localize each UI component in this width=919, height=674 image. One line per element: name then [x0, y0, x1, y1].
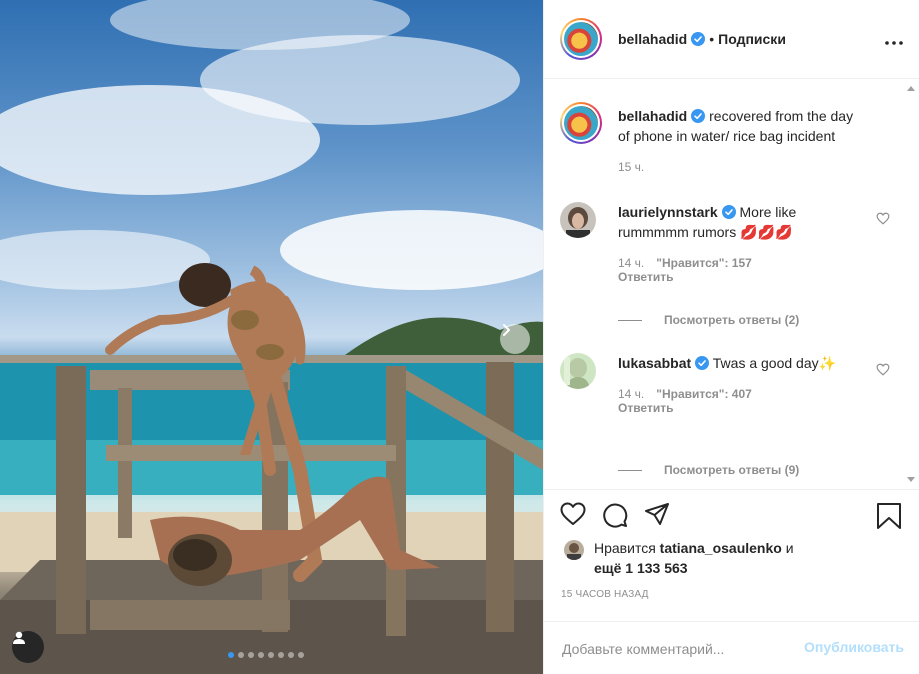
commenter-avatar[interactable] [560, 202, 596, 238]
comment-bubble-icon[interactable] [602, 502, 628, 533]
comment-time: 14 ч. [618, 387, 645, 401]
view-replies-label: Посмотреть ответы (2) [664, 313, 800, 327]
likes-prefix: Нравится [594, 540, 656, 556]
comments-list[interactable]: bellahadid recovered from the day of pho… [544, 80, 904, 488]
add-comment-form: Опубликовать [544, 621, 919, 674]
comments-scrollbar[interactable] [903, 80, 919, 488]
comment-username[interactable]: lukasabbat [618, 355, 691, 371]
author-username[interactable]: bellahadid [618, 31, 687, 47]
caption-username[interactable]: bellahadid [618, 108, 687, 124]
view-replies-label: Посмотреть ответы (9) [664, 463, 800, 477]
post-timestamp[interactable]: 15 ЧАСОВ НАЗАД [561, 589, 649, 600]
carousel-dot [228, 652, 234, 658]
carousel-dot [278, 652, 284, 658]
comment-item: laurielynnstark More like rummmmm rumors… [560, 202, 890, 284]
verified-badge-icon [691, 32, 706, 46]
view-replies-button[interactable]: Посмотреть ответы (9) [618, 463, 799, 477]
publish-comment-button[interactable]: Опубликовать [804, 639, 904, 655]
carousel-dot [268, 652, 274, 658]
like-comment-heart-icon[interactable] [876, 363, 890, 381]
user-icon [13, 631, 25, 644]
like-heart-icon[interactable] [560, 502, 586, 533]
liker-avatar[interactable] [564, 540, 584, 560]
view-replies-button[interactable]: Посмотреть ответы (2) [618, 313, 799, 327]
commenter-avatar[interactable] [560, 353, 596, 389]
sparkles-emoji: ✨ [818, 355, 837, 371]
author-avatar[interactable] [560, 18, 602, 60]
carousel-dot [288, 652, 294, 658]
carousel-dot [258, 652, 264, 658]
comment-likes-count[interactable]: "Нравится": 157 [656, 256, 752, 270]
caption-author-avatar[interactable] [560, 102, 602, 144]
scroll-up-icon[interactable] [907, 86, 915, 91]
scroll-down-icon[interactable] [907, 477, 915, 482]
verified-badge-icon [721, 205, 736, 219]
share-paper-plane-icon[interactable] [644, 502, 670, 533]
chevron-right-icon [503, 324, 510, 336]
tagged-users-button[interactable] [12, 631, 44, 663]
post-actions [544, 489, 919, 529]
comment-likes-count[interactable]: "Нравится": 407 [656, 387, 752, 401]
liker-username[interactable]: tatiana_osaulenko [660, 540, 782, 556]
beach-scene [0, 0, 543, 674]
comment-item: lukasabbat Twas a good day✨ 14 ч. "Нравит… [560, 353, 890, 415]
follow-separator: • [709, 31, 715, 47]
more-horizontal-icon[interactable] [885, 29, 903, 50]
save-bookmark-icon[interactable] [876, 502, 902, 535]
reply-button[interactable]: Ответить [618, 270, 890, 284]
comment-time: 14 ч. [618, 256, 645, 270]
verified-badge-icon [695, 356, 710, 370]
comment-text: Twas a good day [712, 355, 819, 371]
reply-button[interactable]: Ответить [618, 401, 890, 415]
post-header: bellahadid • Подписки [544, 0, 919, 79]
carousel-dot [248, 652, 254, 658]
carousel-next-button[interactable] [500, 324, 530, 354]
caption: bellahadid recovered from the day of pho… [560, 102, 890, 174]
kiss-emoji: 💋💋💋 [740, 224, 793, 240]
carousel-dot [298, 652, 304, 658]
comment-username[interactable]: laurielynnstark [618, 204, 718, 220]
likes-summary: Нравится tatiana_osaulenko и ещё 1 133 5… [560, 538, 840, 578]
like-comment-heart-icon[interactable] [876, 212, 890, 230]
caption-time: 15 ч. [618, 160, 645, 174]
following-button[interactable]: Подписки [718, 31, 786, 47]
post-photo[interactable] [0, 0, 543, 674]
carousel-indicator [228, 652, 304, 658]
comment-input[interactable] [560, 636, 794, 662]
likes-and: и [785, 540, 794, 556]
verified-badge-icon [691, 109, 706, 123]
post-details-panel: bellahadid • Подписки bellahadid recover… [543, 0, 919, 674]
likes-count[interactable]: ещё 1 133 563 [594, 560, 688, 576]
carousel-dot [238, 652, 244, 658]
